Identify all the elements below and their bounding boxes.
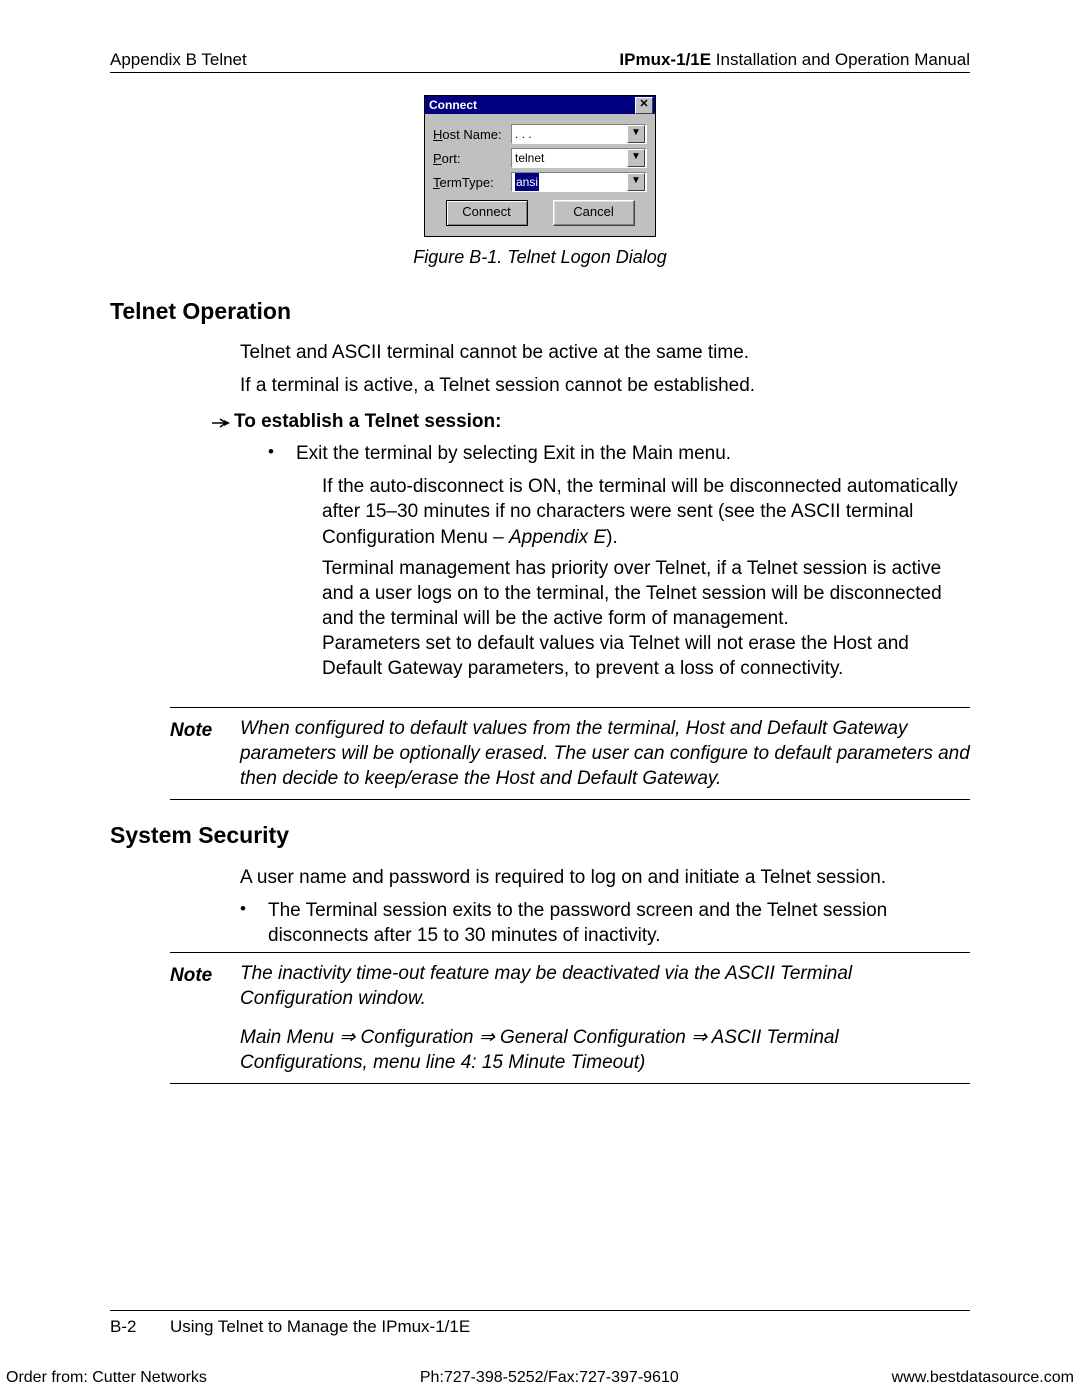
vendor-url: www.bestdatasource.com [892,1369,1074,1387]
cancel-button[interactable]: Cancel [553,200,635,226]
procedure-heading: To establish a Telnet session: [234,409,501,436]
figure-caption: Figure B-1. Telnet Logon Dialog [0,247,1080,268]
termtype-field[interactable]: ansi ▼ [511,172,647,192]
bullet-icon: • [268,441,296,466]
sub-paragraph: Terminal management has priority over Te… [322,556,970,631]
header-left: Appendix B Telnet [110,50,247,70]
vendor-footer: Order from: Cutter Networks Ph:727-398-5… [0,1369,1080,1387]
host-name-field[interactable]: . . . ▼ [511,124,647,144]
bullet-icon: • [240,898,268,948]
page-footer: B-2 Using Telnet to Manage the IPmux-1/1… [110,1310,970,1337]
note-line: The inactivity time-out feature may be d… [240,961,970,1011]
close-icon[interactable]: ✕ [635,97,653,114]
port-label: Port: [433,151,511,166]
page-header: Appendix B Telnet IPmux-1/1E Installatio… [110,50,970,73]
chevron-down-icon[interactable]: ▼ [627,173,645,191]
chevron-down-icon[interactable]: ▼ [627,149,645,167]
header-product: IPmux-1/1E [619,50,711,69]
note-body: When configured to default values from t… [240,716,970,791]
port-field[interactable]: telnet ▼ [511,148,647,168]
page-number: B-2 [110,1317,170,1337]
termtype-label: TermType: [433,175,511,190]
section-title-telnet-operation: Telnet Operation [110,296,970,326]
header-doc-title: Installation and Operation Manual [711,50,970,69]
note-label: Note [170,716,240,791]
footer-title: Using Telnet to Manage the IPmux-1/1E [170,1317,470,1337]
dialog-titlebar: Connect ✕ [425,96,655,114]
sub-paragraph: Parameters set to default values via Tel… [322,631,970,681]
list-item: The Terminal session exits to the passwo… [268,898,970,948]
dialog-body: Host Name: . . . ▼ Port: telnet ▼ TermTy… [425,114,655,236]
chevron-down-icon[interactable]: ▼ [627,125,645,143]
termtype-value: ansi [515,173,539,191]
vendor-phone: Ph:727-398-5252/Fax:727-397-9610 [420,1369,679,1387]
connect-button[interactable]: Connect [446,200,528,226]
vendor-order: Order from: Cutter Networks [6,1369,207,1387]
section-title-system-security: System Security [110,820,970,850]
connect-dialog: Connect ✕ Host Name: . . . ▼ Port: telne… [424,95,656,237]
note-body: The inactivity time-out feature may be d… [240,961,970,1075]
note-line: Main Menu ⇒ Configuration ⇒ General Conf… [240,1025,970,1075]
host-name-value: . . . [515,125,532,143]
header-right: IPmux-1/1E Installation and Operation Ma… [619,50,970,70]
paragraph: A user name and password is required to … [240,865,970,890]
reference-em: Appendix E [509,527,606,548]
host-name-label: Host Name: [433,127,511,142]
port-value: telnet [515,149,544,167]
note-label: Note [170,961,240,1075]
sub-paragraph: If the auto-disconnect is ON, the termin… [322,474,970,549]
dialog-title-text: Connect [429,98,477,112]
procedure-arrow-icon [212,412,234,436]
paragraph: Telnet and ASCII terminal cannot be acti… [240,340,970,365]
paragraph: If a terminal is active, a Telnet sessio… [240,373,970,398]
list-item: Exit the terminal by selecting Exit in t… [296,441,731,466]
